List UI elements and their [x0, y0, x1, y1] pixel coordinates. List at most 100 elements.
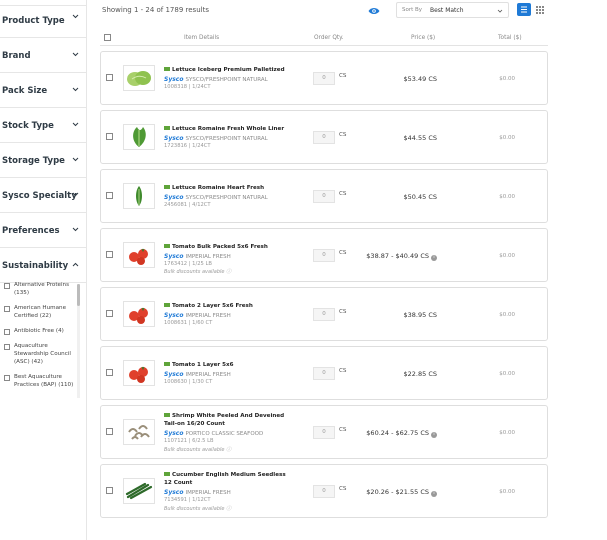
chevron-down-icon[interactable]: [71, 12, 80, 21]
product-name[interactable]: Shrimp White Peeled And Deveined Tail-on…: [164, 413, 289, 428]
product-image[interactable]: [123, 301, 155, 327]
filter-label: Sustainability: [2, 261, 69, 271]
filter-label: Sysco Specialty: [2, 191, 77, 201]
unit-label: CS: [339, 368, 347, 374]
product-image[interactable]: [123, 419, 155, 445]
row-total: $0.00: [499, 430, 515, 436]
chevron-down-icon[interactable]: [71, 85, 80, 94]
product-image[interactable]: [123, 65, 155, 91]
quantity-input[interactable]: 0: [313, 485, 335, 498]
sidebar-divider: [86, 0, 87, 540]
bulk-discount-note: Bulk discounts available ⓘ: [164, 447, 232, 453]
product-sku: 1008631 | 1/60 CT: [164, 320, 213, 326]
table-row: Lettuce Iceberg Premium Palletized Sysco S…: [100, 51, 548, 105]
sustainability-option[interactable]: Antibiotic Free (4): [0, 327, 86, 335]
quantity-input[interactable]: 0: [313, 308, 335, 321]
row-checkbox[interactable]: [106, 251, 113, 258]
quantity-input[interactable]: 0: [313, 190, 335, 203]
product-sku: 1008318 | 1/24CT: [164, 84, 211, 90]
filter-pack-size[interactable]: Pack Size: [0, 73, 86, 108]
row-checkbox[interactable]: [106, 369, 113, 376]
sustainability-option[interactable]: Alternative Proteins (135): [0, 281, 86, 297]
tag-icon: [164, 472, 170, 476]
product-image[interactable]: [123, 242, 155, 268]
brand-logo: Sysco: [164, 135, 184, 142]
option-checkbox[interactable]: [4, 329, 10, 335]
filter-sysco-specialty[interactable]: Sysco Specialty: [0, 178, 86, 213]
product-sku: 1723816 | 1/24CT: [164, 143, 211, 149]
row-checkbox[interactable]: [106, 133, 113, 140]
brand-logo: Sysco: [164, 194, 184, 201]
filter-product-type[interactable]: Product Type: [0, 0, 86, 38]
select-all-checkbox[interactable]: [104, 34, 111, 41]
info-icon[interactable]: i: [431, 255, 437, 261]
unit-label: CS: [339, 309, 347, 315]
price-text: $20.26 - $21.55 CS: [366, 488, 429, 496]
product-name-text: Tomato 2 Layer 5x6 Fresh: [172, 303, 253, 309]
info-icon[interactable]: i: [431, 432, 437, 438]
filter-stock-type[interactable]: Stock Type: [0, 108, 86, 143]
row-total: $0.00: [499, 489, 515, 495]
row-checkbox[interactable]: [106, 74, 113, 81]
chevron-down-icon[interactable]: [71, 120, 80, 129]
option-checkbox[interactable]: [4, 375, 10, 381]
option-checkbox[interactable]: [4, 306, 10, 312]
grid-view-button[interactable]: [534, 3, 546, 16]
product-name[interactable]: Tomato 2 Layer 5x6 Fresh: [164, 303, 289, 311]
quantity-input[interactable]: 0: [313, 72, 335, 85]
table-row: Cucumber English Medium Seedless 12 Coun…: [100, 464, 548, 518]
unit-label: CS: [339, 427, 347, 433]
filter-preferences[interactable]: Preferences: [0, 213, 86, 248]
product-image[interactable]: [123, 478, 155, 504]
product-name[interactable]: Lettuce Romaine Fresh Whole Liner: [164, 126, 289, 134]
chevron-down-icon[interactable]: [71, 190, 80, 199]
product-image[interactable]: [123, 124, 155, 150]
sustainability-option[interactable]: American Humane Certified (22): [0, 304, 86, 320]
option-checkbox[interactable]: [4, 283, 10, 289]
unit-label: CS: [339, 73, 347, 79]
sustainability-option[interactable]: Best Aquaculture Practices (BAP) (110): [0, 373, 86, 389]
filter-sustainability[interactable]: Sustainability: [0, 248, 86, 283]
supplier-name: IMPERIAL FRESH: [185, 372, 231, 378]
sort-dropdown[interactable]: Sort By Best Match: [396, 2, 509, 18]
product-name[interactable]: Tomato 1 Layer 5x6: [164, 362, 289, 370]
product-name[interactable]: Lettuce Iceberg Premium Palletized: [164, 67, 289, 75]
eye-icon[interactable]: [368, 7, 380, 15]
quantity-input[interactable]: 0: [313, 249, 335, 262]
table-row: Tomato 1 Layer 5x6 Sysco IMPERIAL FRESH 100…: [100, 346, 548, 400]
info-icon[interactable]: i: [431, 491, 437, 497]
product-name[interactable]: Lettuce Romaine Heart Fresh: [164, 185, 289, 193]
product-name-text: Tomato 1 Layer 5x6: [172, 362, 234, 368]
quantity-input[interactable]: 0: [313, 426, 335, 439]
chevron-up-icon[interactable]: [71, 260, 80, 269]
product-price: $50.45 CS: [404, 193, 437, 201]
filter-storage-type[interactable]: Storage Type: [0, 143, 86, 178]
row-checkbox[interactable]: [106, 310, 113, 317]
filter-brand[interactable]: Brand: [0, 38, 86, 73]
list-view-button[interactable]: [517, 3, 531, 16]
chevron-down-icon[interactable]: [71, 155, 80, 164]
quantity-input[interactable]: 0: [313, 131, 335, 144]
chevron-down-icon[interactable]: [71, 50, 80, 59]
tag-icon: [164, 303, 170, 307]
row-checkbox[interactable]: [106, 487, 113, 494]
product-brand: Sysco IMPERIAL FRESH: [164, 371, 231, 378]
quantity-input[interactable]: 0: [313, 367, 335, 380]
product-image[interactable]: [123, 183, 155, 209]
sustainability-option[interactable]: Aquaculture Stewardship Council (ASC) (4…: [0, 342, 86, 366]
chevron-down-icon[interactable]: [71, 225, 80, 234]
product-price: $20.26 - $21.55 CS i: [366, 488, 437, 497]
filter-label: Storage Type: [2, 156, 65, 166]
sidebar-scrollbar-thumb[interactable]: [77, 284, 80, 306]
option-checkbox[interactable]: [4, 344, 10, 350]
product-sku: 7134591 | 1/12CT: [164, 497, 211, 503]
row-checkbox[interactable]: [106, 192, 113, 199]
product-name[interactable]: Cucumber English Medium Seedless 12 Coun…: [164, 472, 289, 487]
unit-label: CS: [339, 191, 347, 197]
unit-label: CS: [339, 132, 347, 138]
product-image[interactable]: [123, 360, 155, 386]
product-sku: 2456081 | 4/12CT: [164, 202, 211, 208]
product-name[interactable]: Tomato Bulk Packed 5x6 Fresh: [164, 244, 289, 252]
price-text: $60.24 - $62.75 CS: [366, 429, 429, 437]
row-checkbox[interactable]: [106, 428, 113, 435]
